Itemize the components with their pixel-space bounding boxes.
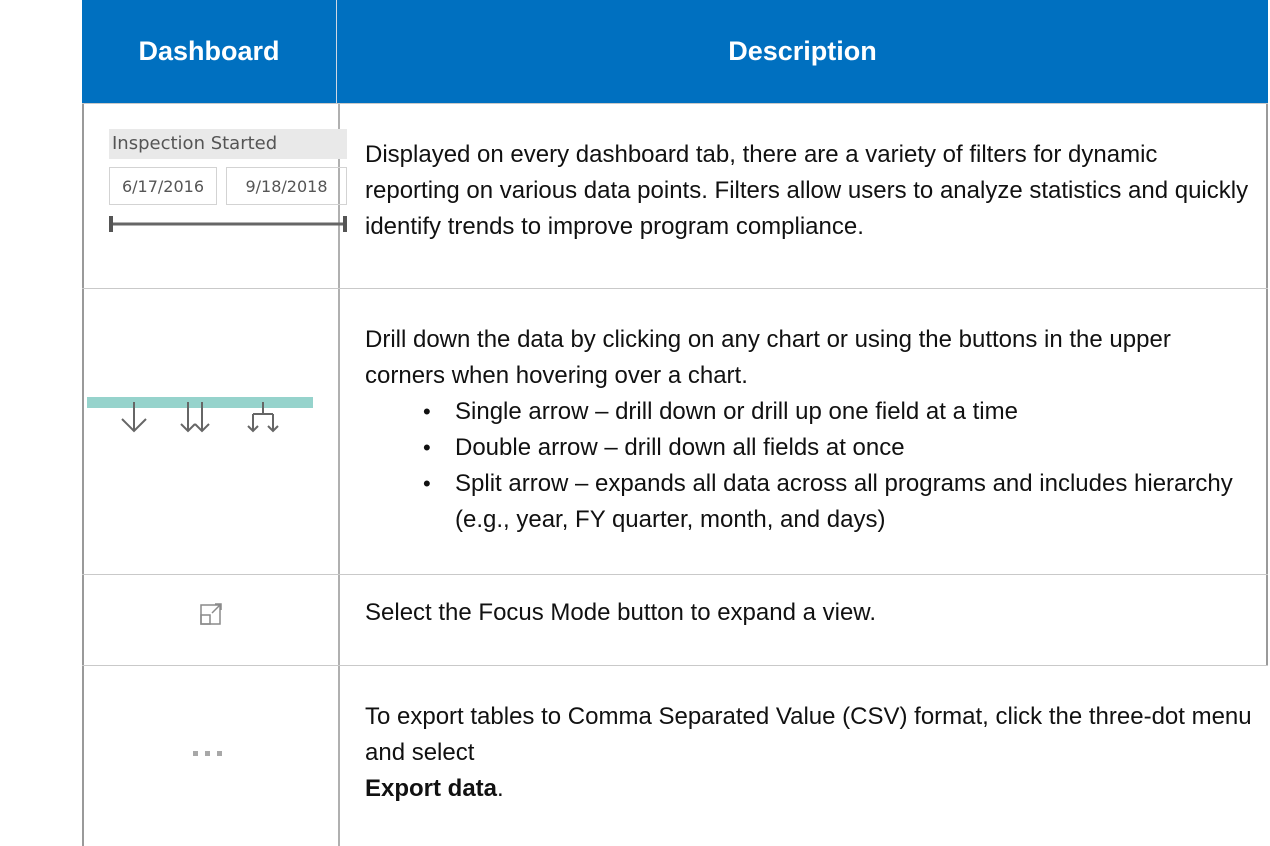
date-range-slider[interactable] xyxy=(109,215,347,233)
table-row-filters: Inspection Started 6/17/2016 9/18/2018 D… xyxy=(82,103,1268,288)
header-description: Description xyxy=(728,36,877,66)
more-options-cell xyxy=(82,666,340,846)
table-row-focus-mode: Select the Focus Mode button to expand a… xyxy=(82,574,1268,665)
drill-description: Drill down the data by clicking on any c… xyxy=(365,326,1171,389)
focus-mode-description: Select the Focus Mode button to expand a… xyxy=(365,599,876,626)
filter-end-date[interactable]: 9/18/2018 xyxy=(226,167,347,205)
focus-mode-icon[interactable] xyxy=(200,602,224,626)
focus-mode-description-cell: Select the Focus Mode button to expand a… xyxy=(340,575,1268,665)
chart-hover-bar xyxy=(87,397,313,408)
export-period: . xyxy=(497,775,504,802)
dashboard-help-table: Dashboard Description Inspection Started… xyxy=(82,0,1268,846)
export-data-label: Export data xyxy=(365,775,498,802)
filters-description: Displayed on every dashboard tab, there … xyxy=(365,141,1249,240)
drill-buttons-graphic xyxy=(87,397,313,433)
list-item: Single arrow – drill down or drill up on… xyxy=(423,394,1256,430)
slider-handle-start[interactable] xyxy=(109,216,113,232)
filter-widget-cell: Inspection Started 6/17/2016 9/18/2018 xyxy=(82,104,347,288)
export-description-cell: To export tables to Comma Separated Valu… xyxy=(340,666,1268,846)
focus-mode-cell xyxy=(82,575,340,665)
export-description: To export tables to Comma Separated Valu… xyxy=(365,703,1252,766)
drill-buttons-cell xyxy=(82,289,340,574)
drill-description-cell: Drill down the data by clicking on any c… xyxy=(340,289,1268,574)
export-text-block: To export tables to Comma Separated Valu… xyxy=(365,699,1258,807)
more-options-icon[interactable] xyxy=(192,748,224,758)
table-header: Dashboard Description xyxy=(82,0,1268,103)
drill-text-block: Drill down the data by clicking on any c… xyxy=(365,322,1256,538)
filter-title: Inspection Started xyxy=(109,129,347,159)
filters-description-cell: Displayed on every dashboard tab, there … xyxy=(340,104,1268,288)
list-item: Double arrow – drill down all fields at … xyxy=(423,430,1256,466)
list-item: Split arrow – expands all data across al… xyxy=(423,466,1256,538)
drill-bullet-list: Single arrow – drill down or drill up on… xyxy=(365,394,1256,538)
table-row-drill: Drill down the data by clicking on any c… xyxy=(82,288,1268,574)
filter-start-date[interactable]: 6/17/2016 xyxy=(109,167,217,205)
header-dashboard: Dashboard xyxy=(82,0,337,103)
table-row-export: To export tables to Comma Separated Valu… xyxy=(82,665,1268,846)
